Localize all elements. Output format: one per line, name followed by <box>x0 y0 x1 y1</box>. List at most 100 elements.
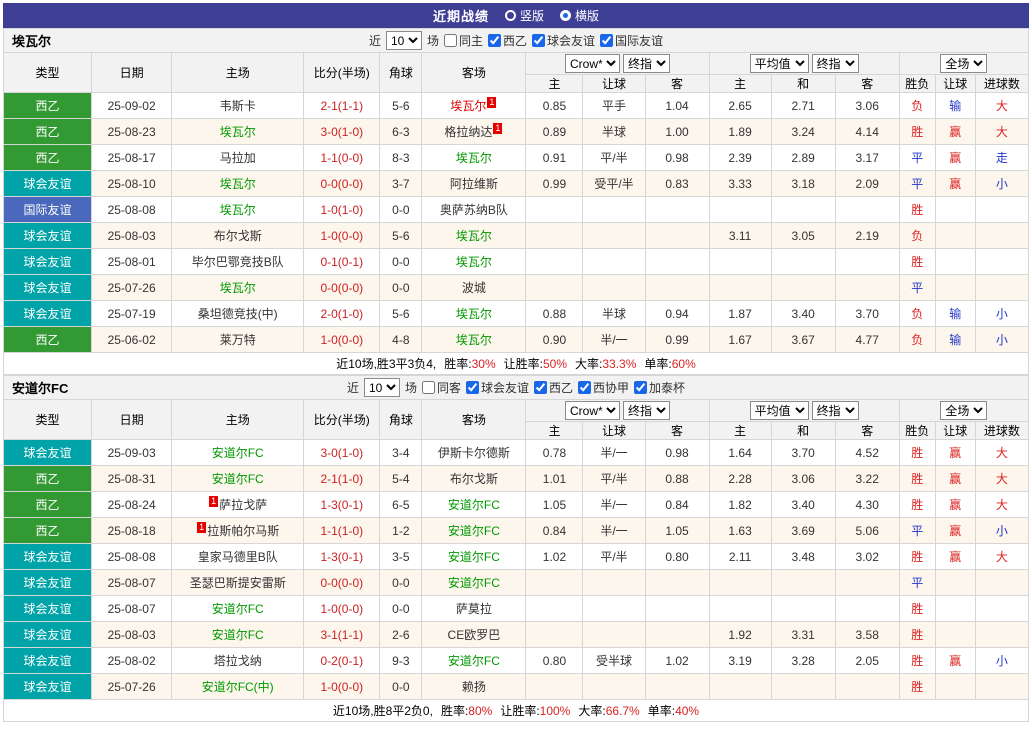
filter-checkbox[interactable] <box>488 34 501 47</box>
filter-checkbox[interactable] <box>465 381 479 394</box>
filter-option[interactable]: 西乙 <box>534 379 573 396</box>
filter-option[interactable]: 球会友谊 <box>465 379 529 396</box>
team-link[interactable]: 安道尔FC <box>448 576 500 590</box>
team-link[interactable]: 萨莫拉 <box>456 602 492 616</box>
match-score[interactable]: 3-0(1-0) <box>303 439 381 466</box>
team-link[interactable]: 埃瓦尔 <box>456 151 492 165</box>
filter-option[interactable]: 球会友谊 <box>532 32 595 49</box>
corner-score: 1-2 <box>379 517 423 544</box>
team-link[interactable]: 拉斯帕尔马斯 <box>207 524 279 538</box>
ah-final-odds-select[interactable]: 终指 <box>623 54 670 73</box>
team-link[interactable]: 桑坦德竞技(中) <box>198 307 278 321</box>
match-score[interactable]: 1-0(1-0) <box>303 196 381 223</box>
team-link[interactable]: CE欧罗巴 <box>448 628 501 642</box>
team-link[interactable]: 安道尔FC(中) <box>202 680 274 694</box>
team-link[interactable]: 奥萨苏纳B队 <box>440 203 508 217</box>
recent-count-select[interactable]: 10 <box>385 31 422 50</box>
result-goals: 大 <box>974 465 1030 492</box>
match-score[interactable]: 1-0(0-0) <box>303 222 381 249</box>
bookmaker-select[interactable]: Crow* <box>565 54 620 73</box>
avg-odds-select[interactable]: 平均值 <box>749 401 809 420</box>
match-score[interactable]: 2-0(1-0) <box>303 300 381 327</box>
match-score[interactable]: 3-0(1-0) <box>303 118 381 145</box>
recent-count-select[interactable]: 10 <box>363 378 400 397</box>
match-score[interactable]: 1-0(0-0) <box>303 595 381 622</box>
team-link[interactable]: 安道尔FC <box>448 498 500 512</box>
team-link[interactable]: 安道尔FC <box>212 628 264 642</box>
team-link[interactable]: 安道尔FC <box>212 602 264 616</box>
team-link[interactable]: 埃瓦尔 <box>456 229 492 243</box>
filter-option[interactable]: 加泰杯 <box>634 379 685 396</box>
team-link[interactable]: 布尔戈斯 <box>450 472 498 486</box>
filter-option[interactable]: 同主 <box>443 32 483 49</box>
match-score[interactable]: 1-1(1-0) <box>303 517 381 544</box>
filter-option[interactable]: 西乙 <box>488 32 527 49</box>
team-link[interactable]: 赖扬 <box>462 680 486 694</box>
team-link[interactable]: 圣瑟巴斯提安雷斯 <box>190 576 286 590</box>
match-score[interactable]: 2-1(1-0) <box>303 465 381 492</box>
ah-away-odds <box>644 222 710 249</box>
filter-option[interactable]: 同客 <box>421 379 461 396</box>
team-link[interactable]: 安道尔FC <box>448 524 500 538</box>
team-link[interactable]: 莱万特 <box>220 333 256 347</box>
match-score[interactable]: 1-0(0-0) <box>303 673 381 700</box>
match-score[interactable]: 1-1(0-0) <box>303 144 381 171</box>
team-link[interactable]: 萨拉戈萨 <box>219 498 267 512</box>
team-link[interactable]: 安道尔FC <box>448 550 500 564</box>
filter-checkbox[interactable] <box>443 34 457 47</box>
home-team: 安道尔FC <box>171 439 305 466</box>
team-link[interactable]: 毕尔巴鄂竞技B队 <box>192 255 284 269</box>
team-link[interactable]: 埃瓦尔 <box>220 281 256 295</box>
ah-final-odds-select[interactable]: 终指 <box>623 401 670 420</box>
filter-checkbox[interactable] <box>578 381 592 394</box>
team-link[interactable]: 安道尔FC <box>448 654 500 668</box>
team-link[interactable]: 安道尔FC <box>212 472 264 486</box>
layout-option-vertical[interactable]: 竖版 <box>504 7 544 24</box>
filter-option[interactable]: 国际友谊 <box>600 32 663 49</box>
team-link[interactable]: 格拉纳达 <box>444 125 492 139</box>
team-link[interactable]: 埃瓦尔 <box>450 99 486 113</box>
fulltime-select[interactable]: 全场 <box>940 54 988 73</box>
team-link[interactable]: 伊斯卡尔德斯 <box>438 446 510 460</box>
team-link[interactable]: 埃瓦尔 <box>456 333 492 347</box>
team-link[interactable]: 埃瓦尔 <box>456 255 492 269</box>
filter-checkbox[interactable] <box>421 381 435 394</box>
filter-option[interactable]: 西协甲 <box>578 379 629 396</box>
match-score[interactable]: 1-3(0-1) <box>303 491 381 518</box>
eu-final-odds-select[interactable]: 终指 <box>811 54 859 73</box>
eu-final-odds-select[interactable]: 终指 <box>811 401 859 420</box>
team-link[interactable]: 埃瓦尔 <box>220 177 256 191</box>
fulltime-select[interactable]: 全场 <box>940 401 988 420</box>
layout-option-horizontal[interactable]: 横版 <box>560 7 599 24</box>
team-link[interactable]: 布尔戈斯 <box>214 229 262 243</box>
filter-checkbox[interactable] <box>532 34 546 47</box>
team-link[interactable]: 埃瓦尔 <box>456 307 492 321</box>
eu-away-odds <box>834 248 900 275</box>
team-link[interactable]: 塔拉戈纳 <box>214 654 262 668</box>
match-score[interactable]: 0-0(0-0) <box>303 274 381 301</box>
avg-odds-select[interactable]: 平均值 <box>749 54 809 73</box>
team-link[interactable]: 埃瓦尔 <box>220 125 256 139</box>
team-link[interactable]: 波城 <box>462 281 486 295</box>
match-score[interactable]: 0-0(0-0) <box>303 170 381 197</box>
match-score[interactable]: 3-1(1-1) <box>303 621 381 648</box>
team-link[interactable]: 马拉加 <box>220 151 256 165</box>
match-score[interactable]: 1-0(0-0) <box>303 326 381 353</box>
bookmaker-select[interactable]: Crow* <box>565 401 620 420</box>
filter-checkbox[interactable] <box>634 381 648 394</box>
team-link[interactable]: 韦斯卡 <box>220 99 256 113</box>
match-score[interactable]: 0-1(0-1) <box>303 248 381 275</box>
eu-home-odds: 1.64 <box>708 439 772 466</box>
col-home: 主场 <box>171 52 305 93</box>
page-title: 近期战绩 <box>432 9 489 24</box>
team-link[interactable]: 阿拉维斯 <box>450 177 498 191</box>
match-score[interactable]: 0-0(0-0) <box>303 569 381 596</box>
team-link[interactable]: 安道尔FC <box>212 446 264 460</box>
filter-checkbox[interactable] <box>600 34 614 47</box>
match-score[interactable]: 2-1(1-1) <box>303 92 381 119</box>
team-link[interactable]: 皇家马德里B队 <box>198 550 278 564</box>
match-score[interactable]: 1-3(0-1) <box>303 543 381 570</box>
filter-checkbox[interactable] <box>534 381 547 394</box>
team-link[interactable]: 埃瓦尔 <box>220 203 256 217</box>
match-score[interactable]: 0-2(0-1) <box>303 647 381 674</box>
